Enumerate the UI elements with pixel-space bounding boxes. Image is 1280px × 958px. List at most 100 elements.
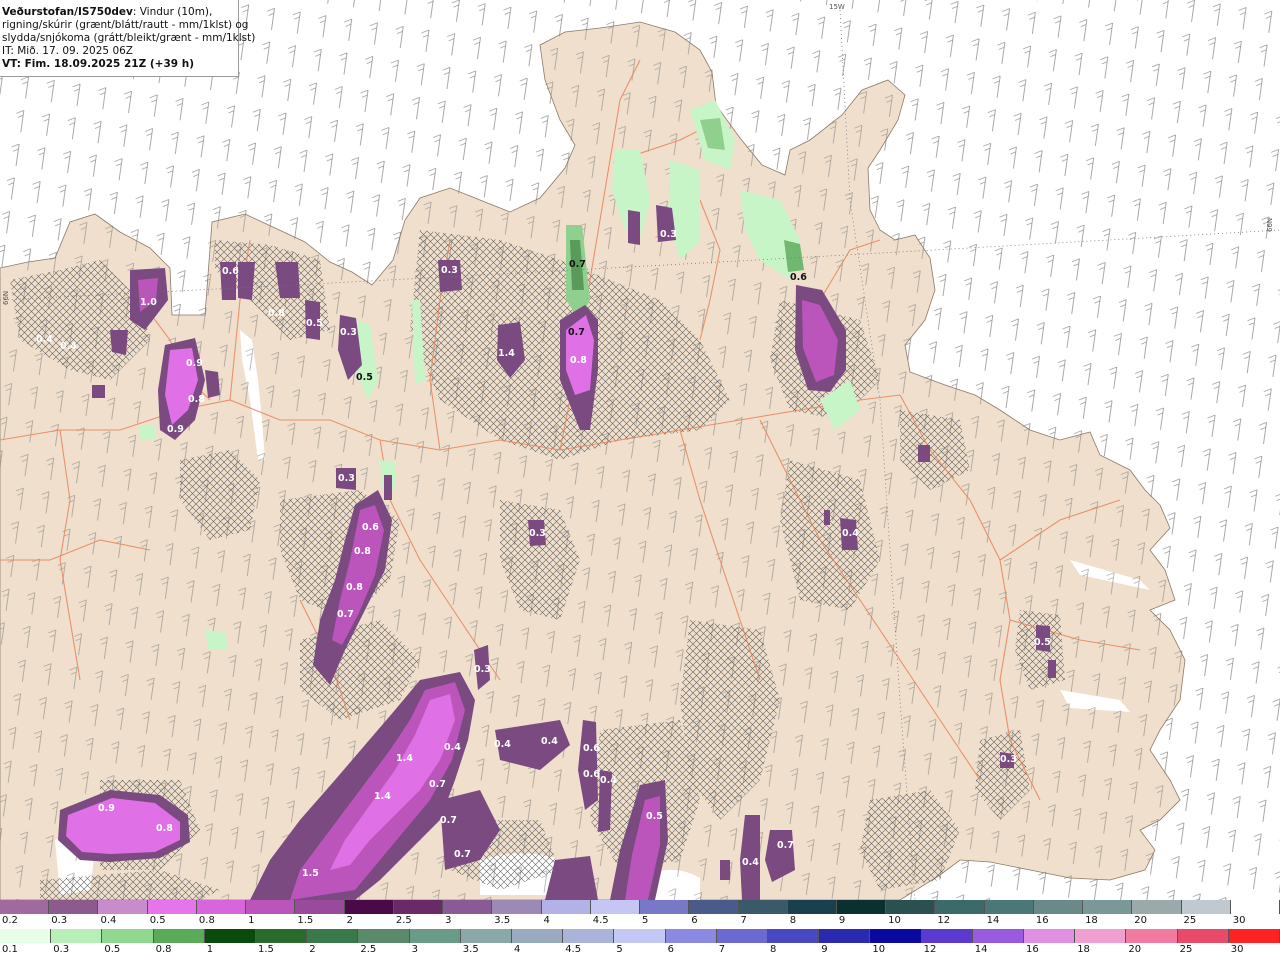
- legend-label: 0.3: [53, 944, 70, 955]
- legend-label: 18: [1085, 915, 1098, 926]
- legend-swatch: [836, 900, 887, 914]
- legend-label: 1: [248, 915, 255, 926]
- map-title-box: Veðurstofan/IS750dev: Vindur (10m), rign…: [0, 0, 256, 77]
- legend-label: 9: [838, 915, 846, 926]
- legend-label: 8: [770, 944, 777, 955]
- issue-time: IT: Mið. 17. 09. 2025 06Z: [2, 45, 133, 57]
- map-value-label: 0.6: [362, 522, 379, 533]
- legend-swatch: [1181, 900, 1231, 914]
- legend-swatch: [1024, 929, 1076, 943]
- legend-label: 25: [1183, 915, 1197, 926]
- map-value-label: 1.4: [396, 753, 413, 764]
- valid-time: VT: Fim. 18.09.2025 21Z (+39 h): [2, 58, 195, 70]
- legend-label: 0.8: [155, 944, 172, 955]
- legend-label: 7: [718, 944, 726, 955]
- legend-swatch: [886, 900, 936, 914]
- map-value-label: 0.4: [842, 528, 859, 539]
- legend-label: 4.5: [565, 944, 582, 955]
- map-value-label: 0.7: [569, 259, 586, 270]
- legend-label: 1: [206, 944, 214, 955]
- legend-label: 2.5: [360, 944, 377, 955]
- legend-swatch: [665, 929, 717, 943]
- legend-label: 6: [691, 915, 698, 926]
- legend-swatch: [1230, 900, 1280, 914]
- description-3: slydda/snjókoma (grátt/bleikt/grænt - mm…: [2, 32, 256, 44]
- map-value-label: 0.3: [660, 229, 677, 240]
- legend-label: 1.5: [258, 944, 274, 955]
- map-value-label: 0.7: [777, 840, 794, 851]
- map-value-label: 0.6: [583, 743, 600, 754]
- legend-swatch: [102, 929, 154, 943]
- legend-swatch: [98, 900, 148, 914]
- legend-swatch: [147, 900, 197, 914]
- legend-label: 3: [411, 944, 418, 955]
- map-value-label: 0.7: [429, 779, 446, 790]
- legend-label: 10: [888, 915, 901, 926]
- legend-label: 0.1: [2, 944, 18, 955]
- legend-label: 7: [740, 915, 747, 926]
- map-value-label: 0.7: [454, 849, 471, 860]
- legend-label: 16: [1035, 915, 1049, 926]
- legend-label: 5: [642, 915, 649, 926]
- map-value-label: 0.3: [474, 664, 491, 675]
- legend-swatch: [512, 929, 564, 943]
- legend-swatch: [153, 929, 205, 943]
- legend-label: 4: [543, 915, 550, 926]
- legend-swatch: [1033, 900, 1084, 914]
- legend-swatch: [1132, 900, 1182, 914]
- legend-label: 0.5: [149, 915, 166, 926]
- legend-label: 20: [1134, 915, 1148, 926]
- legend-swatch: [716, 929, 769, 943]
- map-value-label: 0.4: [541, 736, 558, 747]
- map-value-label: 0.9: [167, 424, 184, 435]
- legend-swatch: [984, 900, 1034, 914]
- map-value-label: 0.5: [306, 318, 323, 329]
- map-value-label: 0.4: [36, 334, 53, 345]
- map-value-label: 0.4: [600, 775, 617, 786]
- grid-label-left: 66N: [2, 291, 10, 305]
- legend-label: 2: [309, 944, 316, 955]
- legend-swatch: [819, 929, 871, 943]
- source-name: Veðurstofan/IS750dev: [2, 6, 133, 18]
- title-line-1: Veðurstofan/IS750dev: Vindur (10m),: [2, 6, 236, 19]
- legend-label: 8: [789, 915, 797, 926]
- map-value-label: 0.7: [337, 609, 354, 620]
- legend-swatch: [358, 929, 410, 943]
- legend-label: 3.5: [462, 944, 479, 955]
- legend-swatch: [1083, 900, 1133, 914]
- legend-label: 0.5: [104, 944, 121, 955]
- legend-swatch: [738, 900, 788, 914]
- grid-label-right: 66N: [1266, 218, 1274, 232]
- legend-swatch: [935, 900, 985, 914]
- map-value-label: 0.6: [790, 272, 807, 283]
- legend-swatch: [443, 900, 493, 914]
- legend-swatch: [204, 929, 257, 943]
- map-value-label: 0.6: [583, 769, 600, 780]
- legend-swatch: [921, 929, 973, 943]
- map-value-label: 0.8: [346, 582, 363, 593]
- map-value-label: 0.3: [340, 327, 357, 338]
- legend-swatch: [1075, 929, 1127, 943]
- legend-swatch: [196, 900, 247, 914]
- legend-swatch: [295, 900, 345, 914]
- legend-swatch: [344, 900, 394, 914]
- map-value-label: 0.5: [646, 811, 663, 822]
- map-value-label: 1.4: [498, 348, 515, 359]
- legend-label: 1.5: [297, 915, 314, 926]
- map-value-label: 0.3: [1000, 754, 1017, 765]
- legend-label: 0.2: [2, 915, 18, 926]
- legend-swatch: [870, 929, 922, 943]
- legend-label: 3.5: [494, 915, 511, 926]
- legend-swatch: [492, 900, 542, 914]
- legend-label: 14: [986, 915, 1000, 926]
- map-value-label: 0.4: [60, 341, 77, 352]
- map-value-label: 0.4: [494, 739, 511, 750]
- legend-label: 5: [616, 944, 623, 955]
- legend-label: 20: [1128, 944, 1142, 955]
- map-value-label: 0.8: [268, 308, 285, 319]
- legend-swatch: [972, 929, 1025, 943]
- legend-swatch: [256, 929, 308, 943]
- description-1: : Vindur (10m),: [132, 6, 213, 18]
- legend-swatch: [768, 929, 820, 943]
- legend-swatch: [0, 929, 52, 943]
